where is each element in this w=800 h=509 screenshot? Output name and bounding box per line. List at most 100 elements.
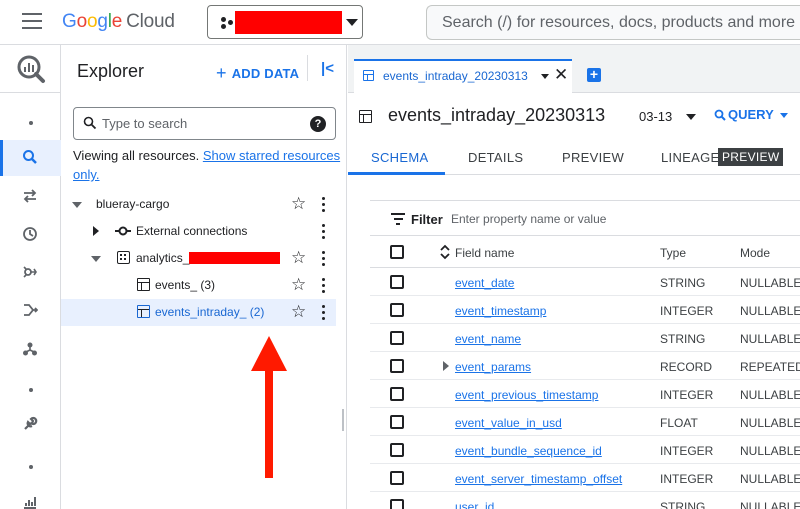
table-row[interactable]: event_timestamp INTEGER NULLABLE xyxy=(370,296,800,324)
more-options-icon[interactable] xyxy=(322,197,326,212)
table-icon xyxy=(137,305,150,318)
query-button[interactable]: QUERY xyxy=(714,107,788,122)
table-row[interactable]: event_value_in_usd FLOAT NULLABLE xyxy=(370,408,800,436)
explorer-search[interactable]: ? xyxy=(73,107,336,140)
divider xyxy=(307,55,308,81)
tree-row-project[interactable]: blueray-cargo ☆ xyxy=(62,191,347,218)
field-mode-cell: NULLABLE xyxy=(740,472,800,486)
global-search-input[interactable] xyxy=(427,6,800,39)
field-name-cell[interactable]: user_id xyxy=(455,500,494,509)
tree-row-dataset[interactable]: analytics_ ☆ xyxy=(62,245,347,272)
tree-row-intraday-table[interactable]: events_intraday_ (2) ☆ xyxy=(61,299,336,326)
logo-google-text: Google xyxy=(62,11,123,32)
field-name-cell[interactable]: event_name xyxy=(455,332,521,346)
star-icon[interactable]: ☆ xyxy=(291,302,306,322)
project-icon xyxy=(221,17,235,29)
collapse-arrow-icon[interactable] xyxy=(91,256,101,262)
project-selector[interactable] xyxy=(207,5,363,39)
rail-tools-item[interactable] xyxy=(0,407,61,443)
field-name-cell[interactable]: event_value_in_usd xyxy=(455,416,562,430)
main-content: events_intraday_20230313 ✕ + events_intr… xyxy=(348,45,800,509)
row-checkbox[interactable] xyxy=(390,303,404,317)
table-row[interactable]: event_previous_timestamp INTEGER NULLABLE xyxy=(370,380,800,408)
expand-arrow-icon[interactable] xyxy=(443,361,449,371)
more-options-icon[interactable] xyxy=(322,251,326,266)
main-menu-icon[interactable] xyxy=(22,13,42,29)
row-checkbox[interactable] xyxy=(390,331,404,345)
field-name-cell[interactable]: event_date xyxy=(455,276,514,290)
global-search[interactable] xyxy=(426,5,800,40)
tab-lineage[interactable]: LINEAGE xyxy=(661,150,719,165)
field-name-cell[interactable]: event_bundle_sequence_id xyxy=(455,444,602,458)
field-mode-cell: NULLABLE xyxy=(740,332,800,346)
collapse-panel-button[interactable]: |< xyxy=(321,60,334,77)
row-checkbox[interactable] xyxy=(390,499,404,509)
tab-events-intraday[interactable]: events_intraday_20230313 ✕ xyxy=(354,59,572,93)
tab-schema[interactable]: SCHEMA xyxy=(371,150,428,165)
expand-arrow-icon[interactable] xyxy=(93,226,99,236)
table-row[interactable]: event_bundle_sequence_id INTEGER NULLABLE xyxy=(370,436,800,464)
rail-transfers-item[interactable] xyxy=(0,179,61,215)
explorer-search-input[interactable] xyxy=(102,108,302,139)
table-row[interactable]: event_date STRING NULLABLE xyxy=(370,268,800,296)
column-header-mode[interactable]: Mode xyxy=(740,246,770,260)
field-type-cell: STRING xyxy=(660,276,706,290)
row-checkbox[interactable] xyxy=(390,387,404,401)
bigquery-logo-icon[interactable] xyxy=(16,54,46,84)
panel-resize-handle[interactable] xyxy=(342,409,344,431)
tree-row-external-connections[interactable]: External connections xyxy=(62,218,347,245)
more-options-icon[interactable] xyxy=(322,224,326,239)
new-tab-button[interactable]: + xyxy=(587,67,601,82)
tab-preview[interactable]: PREVIEW xyxy=(562,150,624,165)
add-data-label: ADD DATA xyxy=(231,66,300,81)
rail-search-item[interactable] xyxy=(0,140,61,176)
collapse-arrow-icon[interactable] xyxy=(72,202,82,208)
chevron-down-icon[interactable] xyxy=(541,74,549,79)
table-row[interactable]: event_params RECORD REPEATED xyxy=(370,352,800,380)
field-name-cell[interactable]: event_timestamp xyxy=(455,304,546,318)
filter-input[interactable] xyxy=(451,209,751,229)
field-type-cell: INTEGER xyxy=(660,388,714,402)
tab-label: events_intraday_20230313 xyxy=(383,69,528,83)
rail-pipelines-item[interactable] xyxy=(0,332,61,368)
lineage-preview-badge: PREVIEW xyxy=(718,148,784,166)
add-data-button[interactable]: + ADD DATA xyxy=(216,62,299,83)
field-name-cell[interactable]: event_previous_timestamp xyxy=(455,388,598,402)
star-icon[interactable]: ☆ xyxy=(291,248,306,268)
tab-details[interactable]: DETAILS xyxy=(468,150,523,165)
field-name-cell[interactable]: event_server_timestamp_offset xyxy=(455,472,622,486)
help-icon[interactable]: ? xyxy=(310,116,326,132)
select-all-checkbox[interactable] xyxy=(390,245,404,259)
rail-scheduled-item[interactable] xyxy=(0,217,61,253)
chevron-down-icon[interactable] xyxy=(686,114,696,120)
date-selector[interactable]: 03-13 xyxy=(639,109,672,124)
active-tab-indicator xyxy=(348,172,445,175)
table-row[interactable]: user_id STRING NULLABLE xyxy=(370,492,800,509)
row-checkbox[interactable] xyxy=(390,359,404,373)
tree-row-events-table[interactable]: events_ (3) ☆ xyxy=(62,272,347,299)
more-options-icon[interactable] xyxy=(322,305,326,320)
events-table-name: events_ (3) xyxy=(155,278,216,292)
column-header-type[interactable]: Type xyxy=(660,246,686,260)
field-name-cell[interactable]: event_params xyxy=(455,360,531,374)
star-icon[interactable]: ☆ xyxy=(291,194,306,214)
dataset-icon xyxy=(117,251,130,264)
more-options-icon[interactable] xyxy=(322,278,326,293)
table-icon xyxy=(363,70,374,81)
google-cloud-logo[interactable]: Google Cloud xyxy=(62,11,175,33)
row-checkbox[interactable] xyxy=(390,443,404,457)
column-header-field[interactable]: Field name xyxy=(455,246,514,260)
table-row[interactable]: event_name STRING NULLABLE xyxy=(370,324,800,352)
row-checkbox[interactable] xyxy=(390,415,404,429)
table-title: events_intraday_20230313 xyxy=(388,105,606,125)
star-icon[interactable]: ☆ xyxy=(291,275,306,295)
sort-icon[interactable] xyxy=(440,244,450,260)
row-checkbox[interactable] xyxy=(390,471,404,485)
row-checkbox[interactable] xyxy=(390,275,404,289)
field-type-cell: INTEGER xyxy=(660,304,714,318)
rail-analytics-hub-item[interactable] xyxy=(0,255,61,291)
table-row[interactable]: event_server_timestamp_offset INTEGER NULL… xyxy=(370,464,800,492)
rail-dataflow-item[interactable] xyxy=(0,293,61,329)
close-icon[interactable]: ✕ xyxy=(554,65,568,85)
rail-monitoring-item[interactable] xyxy=(0,485,61,509)
